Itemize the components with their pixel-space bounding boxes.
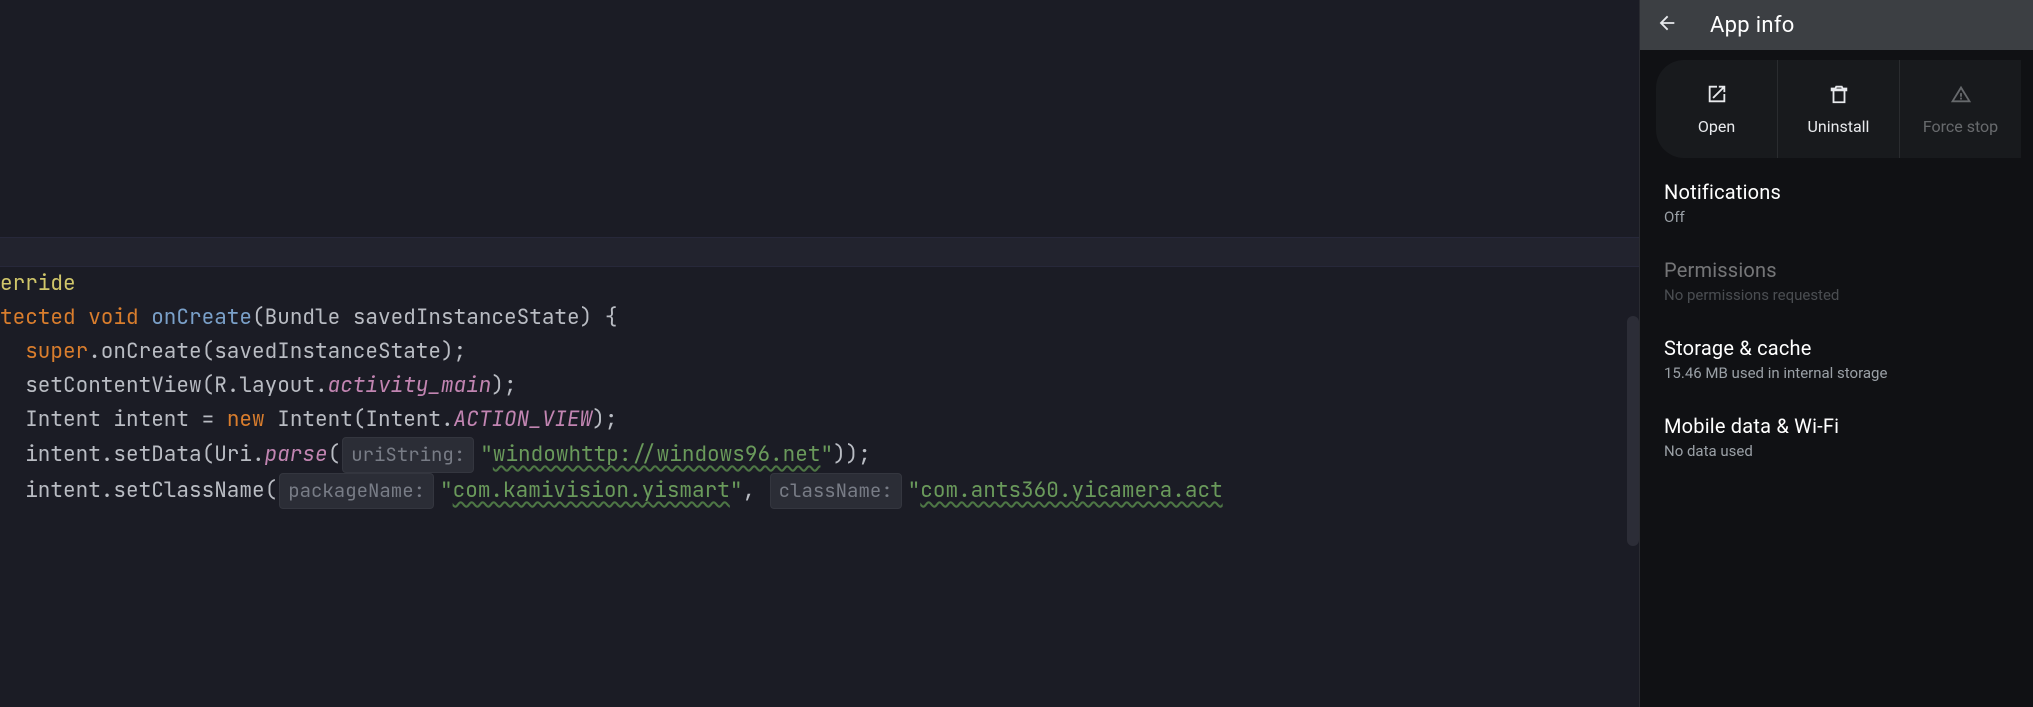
code-area[interactable]: erride tected void onCreate(Bundle savedI… <box>0 267 1639 707</box>
code-line[interactable]: super.onCreate(savedInstanceState); <box>0 335 1639 369</box>
code-token: , <box>742 477 767 504</box>
settings-header: App info <box>1640 0 2033 50</box>
uninstall-button[interactable]: Uninstall <box>1778 60 1900 158</box>
code-token: intent.setData(Uri. <box>0 441 265 468</box>
code-token: new <box>227 406 277 433</box>
code-token: " <box>730 477 743 504</box>
code-token: erride <box>0 270 76 297</box>
code-token: setContentView(R.layout. <box>0 372 328 399</box>
code-token: .onCreate(savedInstanceState); <box>88 338 466 365</box>
code-token: super <box>25 338 88 365</box>
setting-subtitle: No data used <box>1664 442 2009 460</box>
editor-scrollbar-thumb[interactable] <box>1627 316 1639 546</box>
force-stop-label: Force stop <box>1923 117 1998 136</box>
code-token: activity_main <box>328 372 492 399</box>
warning-icon <box>1950 83 1972 109</box>
back-button[interactable] <box>1654 12 1680 38</box>
code-token: Intent intent = <box>0 406 227 433</box>
code-token: intent.setClassName( <box>0 477 277 504</box>
setting-title: Mobile data & Wi-Fi <box>1664 414 2009 438</box>
permissions-item: Permissions No permissions requested <box>1664 258 2009 304</box>
editor-divider <box>0 237 1639 267</box>
setting-subtitle: No permissions requested <box>1664 286 2009 304</box>
code-line[interactable]: setContentView(R.layout.activity_main); <box>0 369 1639 403</box>
code-token: windowhttp://windows96.net <box>493 441 821 468</box>
open-label: Open <box>1698 117 1735 136</box>
code-token: )); <box>833 441 871 468</box>
editor-pane: erride tected void onCreate(Bundle savedI… <box>0 0 1639 707</box>
code-token: (Bundle savedInstanceState) { <box>252 304 617 331</box>
settings-pane: App info Open Uninstall Force stop Notif… <box>1639 0 2033 707</box>
force-stop-button: Force stop <box>1900 60 2021 158</box>
code-token: " <box>908 477 921 504</box>
inlay-hint: packageName: <box>279 473 434 509</box>
setting-title: Permissions <box>1664 258 2009 282</box>
code-token: void <box>88 304 151 331</box>
inlay-hint: className: <box>770 473 902 509</box>
editor-empty-region <box>0 0 1639 237</box>
code-token: onCreate <box>151 304 252 331</box>
action-button-row: Open Uninstall Force stop <box>1656 60 2021 158</box>
setting-subtitle: Off <box>1664 208 2009 226</box>
code-token: " <box>820 441 833 468</box>
inlay-hint: uriString: <box>342 437 474 473</box>
code-token: ACTION_VIEW <box>454 406 593 433</box>
uninstall-label: Uninstall <box>1808 117 1870 136</box>
code-token: ); <box>592 406 617 433</box>
code-line[interactable]: tected void onCreate(Bundle savedInstanc… <box>0 301 1639 335</box>
code-line[interactable]: erride <box>0 267 1639 301</box>
open-button[interactable]: Open <box>1656 60 1778 158</box>
code-token: ); <box>491 372 516 399</box>
notifications-item[interactable]: Notifications Off <box>1664 180 2009 226</box>
code-token: Intent(Intent. <box>277 406 453 433</box>
code-token: " <box>440 477 453 504</box>
arrow-left-icon <box>1656 12 1678 38</box>
code-token <box>0 338 25 365</box>
code-token: ( <box>328 441 341 468</box>
settings-list: Notifications Off Permissions No permiss… <box>1640 158 2033 460</box>
code-token: com.ants360.yicamera.act <box>920 477 1222 504</box>
code-token: " <box>480 441 493 468</box>
setting-title: Notifications <box>1664 180 2009 204</box>
code-line[interactable]: Intent intent = new Intent(Intent.ACTION… <box>0 403 1639 437</box>
code-token: com.kamivision.yismart <box>453 477 730 504</box>
code-line[interactable]: intent.setData(Uri.parse(uriString:"wind… <box>0 437 1639 473</box>
setting-subtitle: 15.46 MB used in internal storage <box>1664 364 2009 382</box>
code-token: tected <box>0 304 88 331</box>
header-title: App info <box>1710 13 1795 38</box>
code-token: parse <box>265 441 328 468</box>
trash-icon <box>1828 83 1850 109</box>
setting-title: Storage & cache <box>1664 336 2009 360</box>
open-icon <box>1706 83 1728 109</box>
mobile-data-item[interactable]: Mobile data & Wi-Fi No data used <box>1664 414 2009 460</box>
code-line[interactable]: intent.setClassName(packageName:"com.kam… <box>0 473 1639 509</box>
storage-item[interactable]: Storage & cache 15.46 MB used in interna… <box>1664 336 2009 382</box>
